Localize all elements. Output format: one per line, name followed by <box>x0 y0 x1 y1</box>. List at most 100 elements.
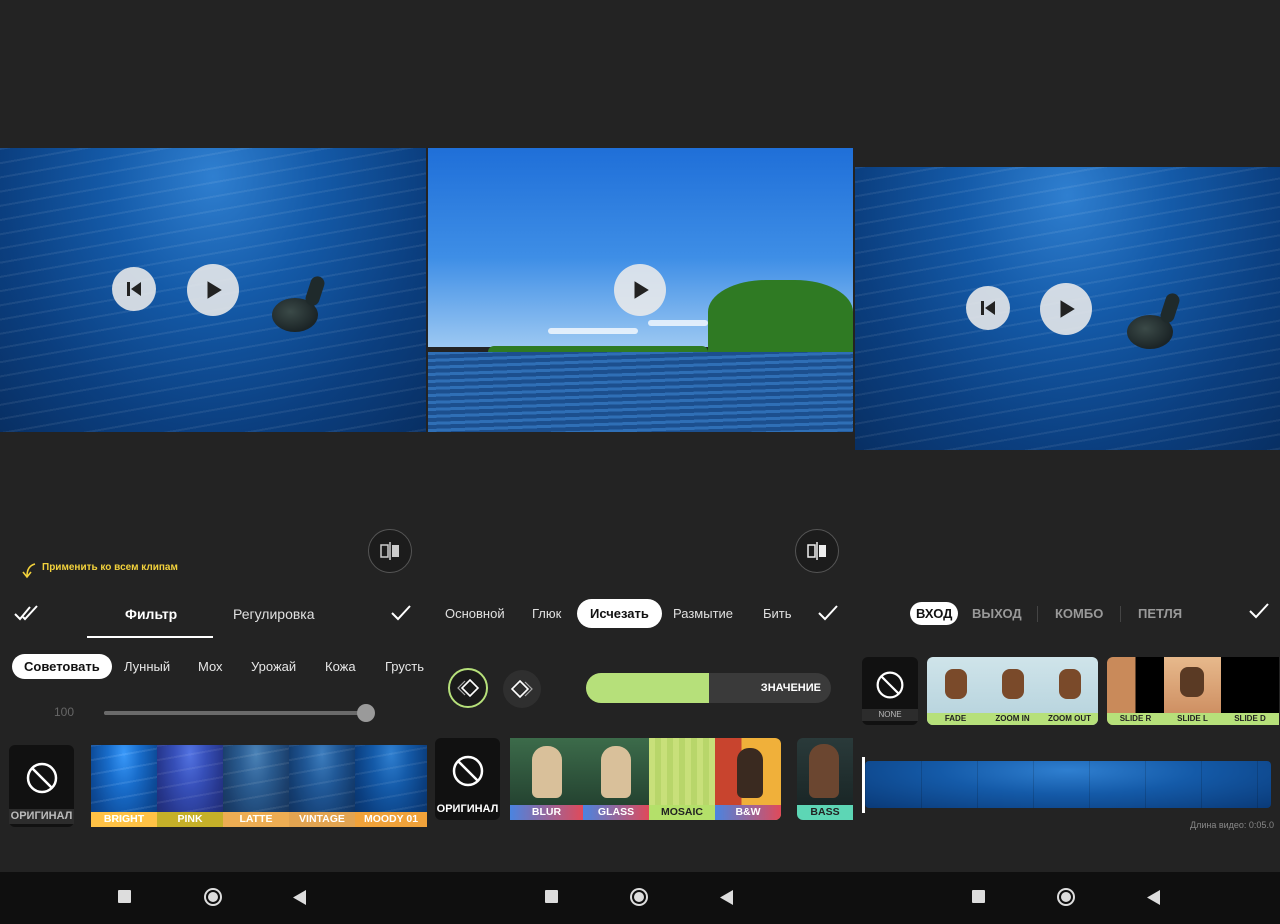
dancer-image <box>1059 669 1081 699</box>
apply-all-label: Применить ко всем клипам <box>42 562 178 573</box>
effect-bass[interactable]: BASS <box>797 738 853 820</box>
home-button[interactable] <box>630 888 648 906</box>
filter-label: MOODY 01 <box>355 812 427 827</box>
trees-image <box>708 280 853 360</box>
play-button[interactable] <box>614 264 666 316</box>
skip-back-icon <box>981 301 995 315</box>
check-icon[interactable] <box>817 603 839 623</box>
slide-strip: SLIDE R SLIDE L SLIDE D <box>1107 657 1279 725</box>
filter-bright[interactable]: BRIGHT <box>91 745 157 827</box>
tab-adjust[interactable]: Регулировка <box>233 606 315 622</box>
filter-label: VINTAGE <box>289 812 355 827</box>
effect-strip: BLUR GLASS MOSAIC B&W <box>510 738 781 820</box>
home-button[interactable] <box>1057 888 1075 906</box>
compare-button-left[interactable] <box>368 529 412 573</box>
recents-button[interactable] <box>972 890 985 903</box>
system-nav-bar <box>0 872 1280 924</box>
effect-glass[interactable]: GLASS <box>583 738 649 820</box>
prohibited-icon <box>26 762 57 794</box>
double-check-icon[interactable] <box>14 603 40 623</box>
animation-none[interactable]: NONE <box>862 657 918 725</box>
recents-button[interactable] <box>545 890 558 903</box>
effect-bw[interactable]: B&W <box>715 738 781 820</box>
portrait-image <box>809 744 839 798</box>
tab-loop[interactable]: ПЕТЛЯ <box>1138 606 1182 621</box>
tab-enter[interactable]: ВХОД <box>910 602 959 625</box>
skip-back-button[interactable] <box>966 286 1010 330</box>
intensity-slider[interactable] <box>104 704 375 722</box>
intensity-slider-knob[interactable] <box>357 704 375 722</box>
filter-latte[interactable]: LATTE <box>223 745 289 827</box>
anim-label: FADE <box>927 713 984 725</box>
animation-strip: FADE ZOOM IN ZOOM OUT <box>927 657 1098 725</box>
category-skin[interactable]: Кожа <box>325 659 356 674</box>
anim-slide-d[interactable]: SLIDE D <box>1221 657 1279 725</box>
play-button[interactable] <box>1040 283 1092 335</box>
filter-label: LATTE <box>223 812 289 827</box>
anim-label: ZOOM IN <box>984 713 1041 725</box>
filter-moody[interactable]: MOODY 01 <box>355 745 427 827</box>
anim-zoom-in[interactable]: ZOOM IN <box>984 657 1041 725</box>
filter-pink[interactable]: PINK <box>157 745 223 827</box>
effect-blur[interactable]: BLUR <box>510 738 583 820</box>
tab-divider <box>1037 606 1038 622</box>
duck-image <box>1127 315 1173 349</box>
effect-label: BASS <box>797 805 853 820</box>
tab-divider <box>1120 606 1121 622</box>
tab-filter[interactable]: Фильтр <box>125 606 177 622</box>
timeline-clip[interactable] <box>865 761 1271 808</box>
tab-glitch[interactable]: Глюк <box>532 606 561 621</box>
tab-beat[interactable]: Бить <box>763 606 792 621</box>
home-button[interactable] <box>204 888 222 906</box>
home-inner <box>1061 892 1071 902</box>
back-icon[interactable] <box>1147 890 1161 905</box>
back-icon[interactable] <box>720 890 734 905</box>
check-icon[interactable] <box>1248 601 1270 621</box>
anim-slide-r[interactable]: SLIDE R <box>1107 657 1164 725</box>
dancer-image <box>1002 669 1024 699</box>
category-lunar[interactable]: Лунный <box>124 659 170 674</box>
effect-original[interactable]: ОРИГИНАЛ <box>435 738 500 820</box>
category-sad[interactable]: Грусть <box>385 659 424 674</box>
tab-exit[interactable]: ВЫХОД <box>972 606 1022 621</box>
category-harvest[interactable]: Урожай <box>251 659 296 674</box>
tab-blur[interactable]: Размытие <box>673 606 733 621</box>
tab-basic[interactable]: Основной <box>445 606 505 621</box>
effect-mosaic[interactable]: MOSAIC <box>649 738 715 820</box>
play-button[interactable] <box>187 264 239 316</box>
anim-zoom-out[interactable]: ZOOM OUT <box>1041 657 1098 725</box>
filter-original[interactable]: ОРИГИНАЛ <box>9 745 74 827</box>
filter-vintage[interactable]: VINTAGE <box>289 745 355 827</box>
jumper-image <box>1180 667 1204 697</box>
skip-back-button[interactable] <box>112 267 156 311</box>
arrow-curve-icon <box>22 563 36 579</box>
none-label: NONE <box>862 709 918 721</box>
filter-label: BRIGHT <box>91 812 157 827</box>
lake-water <box>428 352 853 432</box>
value-slider[interactable]: ЗНАЧЕНИЕ <box>586 673 831 703</box>
skip-back-icon <box>127 282 141 296</box>
category-suggest[interactable]: Советовать <box>12 654 112 679</box>
video-preview-right <box>855 167 1280 450</box>
compare-button-middle[interactable] <box>795 529 839 573</box>
effect-label: B&W <box>715 805 781 820</box>
timeline-playhead[interactable] <box>862 757 865 813</box>
compare-icon <box>380 542 399 560</box>
value-label: ЗНАЧЕНИЕ <box>760 682 821 694</box>
play-icon <box>207 281 222 299</box>
category-moss[interactable]: Мох <box>198 659 223 674</box>
fade-out-toggle[interactable] <box>503 670 541 708</box>
effect-label: GLASS <box>583 805 649 820</box>
fade-in-toggle[interactable] <box>448 668 488 708</box>
tab-combo[interactable]: КОМБО <box>1055 606 1103 621</box>
effect-label: BLUR <box>510 805 583 820</box>
tab-fade[interactable]: Исчезать <box>577 599 662 628</box>
portrait-image <box>737 748 763 798</box>
apply-all-clips[interactable]: Применить ко всем клипам <box>22 562 178 580</box>
back-icon[interactable] <box>293 890 307 905</box>
check-icon[interactable] <box>390 603 412 623</box>
intensity-value: 100 <box>54 705 75 719</box>
anim-slide-l[interactable]: SLIDE L <box>1164 657 1221 725</box>
anim-fade[interactable]: FADE <box>927 657 984 725</box>
recents-button[interactable] <box>118 890 131 903</box>
